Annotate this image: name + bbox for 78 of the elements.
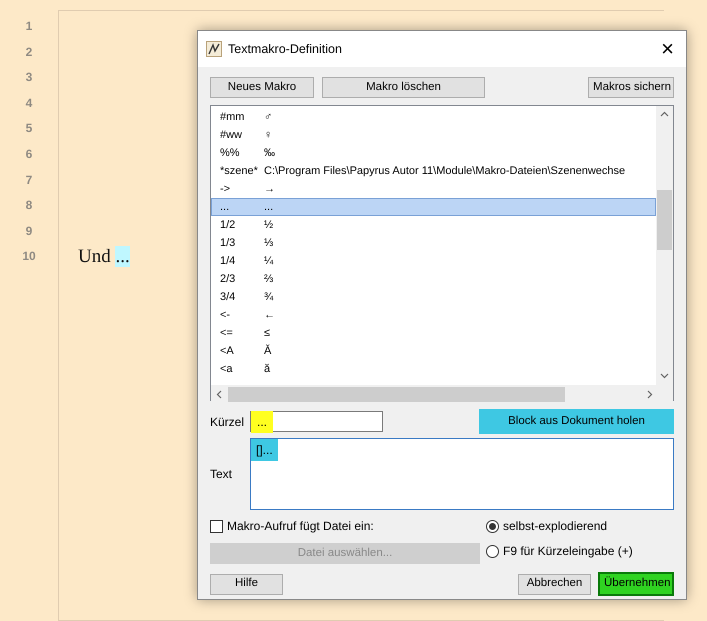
macro-row[interactable]: <- ← bbox=[211, 306, 656, 324]
macro-row[interactable]: #ww ♀ bbox=[211, 126, 656, 144]
macro-text: ¼ bbox=[264, 254, 274, 269]
macro-shortcut: 2/3 bbox=[220, 272, 236, 287]
macro-row[interactable]: 3/4 ¾ bbox=[211, 288, 656, 306]
radio-label: F9 für Kürzeleingabe (+) bbox=[503, 543, 633, 560]
macro-text: ← bbox=[264, 308, 275, 323]
macro-shortcut: <= bbox=[220, 326, 234, 341]
line-number: 4 bbox=[26, 94, 32, 112]
app-icon bbox=[206, 41, 222, 57]
macro-shortcut: 1/3 bbox=[220, 236, 236, 251]
macro-shortcut: 1/4 bbox=[220, 254, 236, 269]
macro-text: ... bbox=[264, 200, 274, 215]
macro-shortcut: 1/2 bbox=[220, 218, 236, 233]
help-button[interactable]: Hilfe bbox=[210, 574, 283, 594]
macro-text: ½ bbox=[264, 218, 274, 233]
radio-button[interactable] bbox=[486, 520, 499, 532]
document-text: Und ... bbox=[78, 246, 130, 267]
field-label: Kürzel bbox=[210, 414, 246, 430]
macro-row[interactable]: *szene* C:\Program Files\Papyrus Autor 11\Module\Makro-Dateien\Szenenwechse bbox=[211, 162, 656, 180]
apply-button[interactable]: Übernehmen bbox=[598, 572, 674, 596]
macro-text: C:\Program Files\Papyrus Autor 11\Module\Makro-Dateien\Szenenwechse bbox=[264, 164, 626, 179]
macro-text: ‰ bbox=[264, 146, 275, 161]
line-number: 6 bbox=[26, 146, 32, 163]
new-macro-button[interactable]: Neues Makro bbox=[210, 77, 314, 98]
cancel-button[interactable]: Abbrechen bbox=[518, 574, 591, 594]
macro-text: ♂ bbox=[264, 110, 272, 125]
checkbox-label: Makro-Aufruf fügt Datei ein: bbox=[227, 518, 374, 535]
line-number: 3 bbox=[26, 69, 32, 86]
macro-row[interactable]: <= ≤ bbox=[211, 324, 656, 342]
line-number: 2 bbox=[26, 44, 32, 61]
radio-label: selbst-explodierend bbox=[503, 518, 608, 535]
radio-button[interactable] bbox=[486, 544, 499, 558]
macro-shortcut: <a bbox=[220, 362, 234, 377]
vertical-scrollbar[interactable] bbox=[656, 106, 673, 385]
checkbox[interactable] bbox=[210, 520, 223, 532]
macro-row[interactable]: 1/4 ¼ bbox=[211, 252, 656, 270]
macro-text: ⅔ bbox=[264, 272, 274, 287]
line-number: 1 bbox=[26, 18, 32, 35]
macro-row[interactable]: 1/3 ⅓ bbox=[211, 234, 656, 252]
horizontal-scrollbar[interactable] bbox=[211, 385, 673, 402]
line-number: 10 bbox=[22, 248, 36, 266]
macro-shortcut: #mm bbox=[220, 110, 246, 125]
macro-row[interactable]: <A Ă bbox=[211, 342, 656, 360]
text-field[interactable]: []... bbox=[250, 438, 674, 510]
fetch-block-button[interactable]: Block aus Dokument holen bbox=[479, 409, 674, 434]
delete-macro-button[interactable]: Makro löschen bbox=[322, 77, 485, 98]
macro-text: ≤ bbox=[264, 326, 270, 341]
macro-text: ⅓ bbox=[264, 236, 274, 251]
macro-row[interactable]: %% ‰ bbox=[211, 144, 656, 162]
macro-text: ă bbox=[264, 362, 270, 377]
macro-row[interactable]: 1/2 ½ bbox=[211, 216, 656, 234]
field-label: Text bbox=[210, 466, 234, 483]
line-number: 5 bbox=[26, 120, 32, 138]
line-number: 7 bbox=[26, 172, 32, 189]
macro-shortcut: %% bbox=[220, 146, 241, 161]
window-title: Textmakro-Definition bbox=[228, 40, 343, 58]
macro-shortcut: <- bbox=[220, 308, 232, 323]
macro-shortcut: <A bbox=[220, 344, 235, 359]
line-number: 8 bbox=[26, 197, 32, 214]
macro-text: ♀ bbox=[264, 128, 272, 143]
macro-row[interactable]: #mm ♂ bbox=[211, 108, 656, 126]
shortcut-field[interactable]: ... bbox=[250, 411, 383, 432]
macro-row[interactable]: 2/3 ⅔ bbox=[211, 270, 656, 288]
macro-row[interactable]: -> → bbox=[211, 180, 656, 198]
macro-text: ¾ bbox=[264, 290, 274, 305]
macro-shortcut: ... bbox=[220, 200, 230, 215]
macro-shortcut: *szene* bbox=[220, 164, 259, 179]
macro-text: Ă bbox=[264, 344, 272, 359]
macro-shortcut: -> bbox=[220, 182, 232, 197]
macro-shortcut: #ww bbox=[220, 128, 244, 143]
macro-shortcut: 3/4 bbox=[220, 290, 236, 305]
macro-text: → bbox=[264, 182, 275, 197]
save-macros-button[interactable]: Makros sichern bbox=[588, 77, 674, 98]
macro-row[interactable]: <a ă bbox=[211, 360, 656, 378]
macro-row[interactable]: ... ... bbox=[211, 198, 656, 216]
close-button[interactable]: × bbox=[657, 38, 678, 60]
line-number: 9 bbox=[26, 222, 32, 240]
